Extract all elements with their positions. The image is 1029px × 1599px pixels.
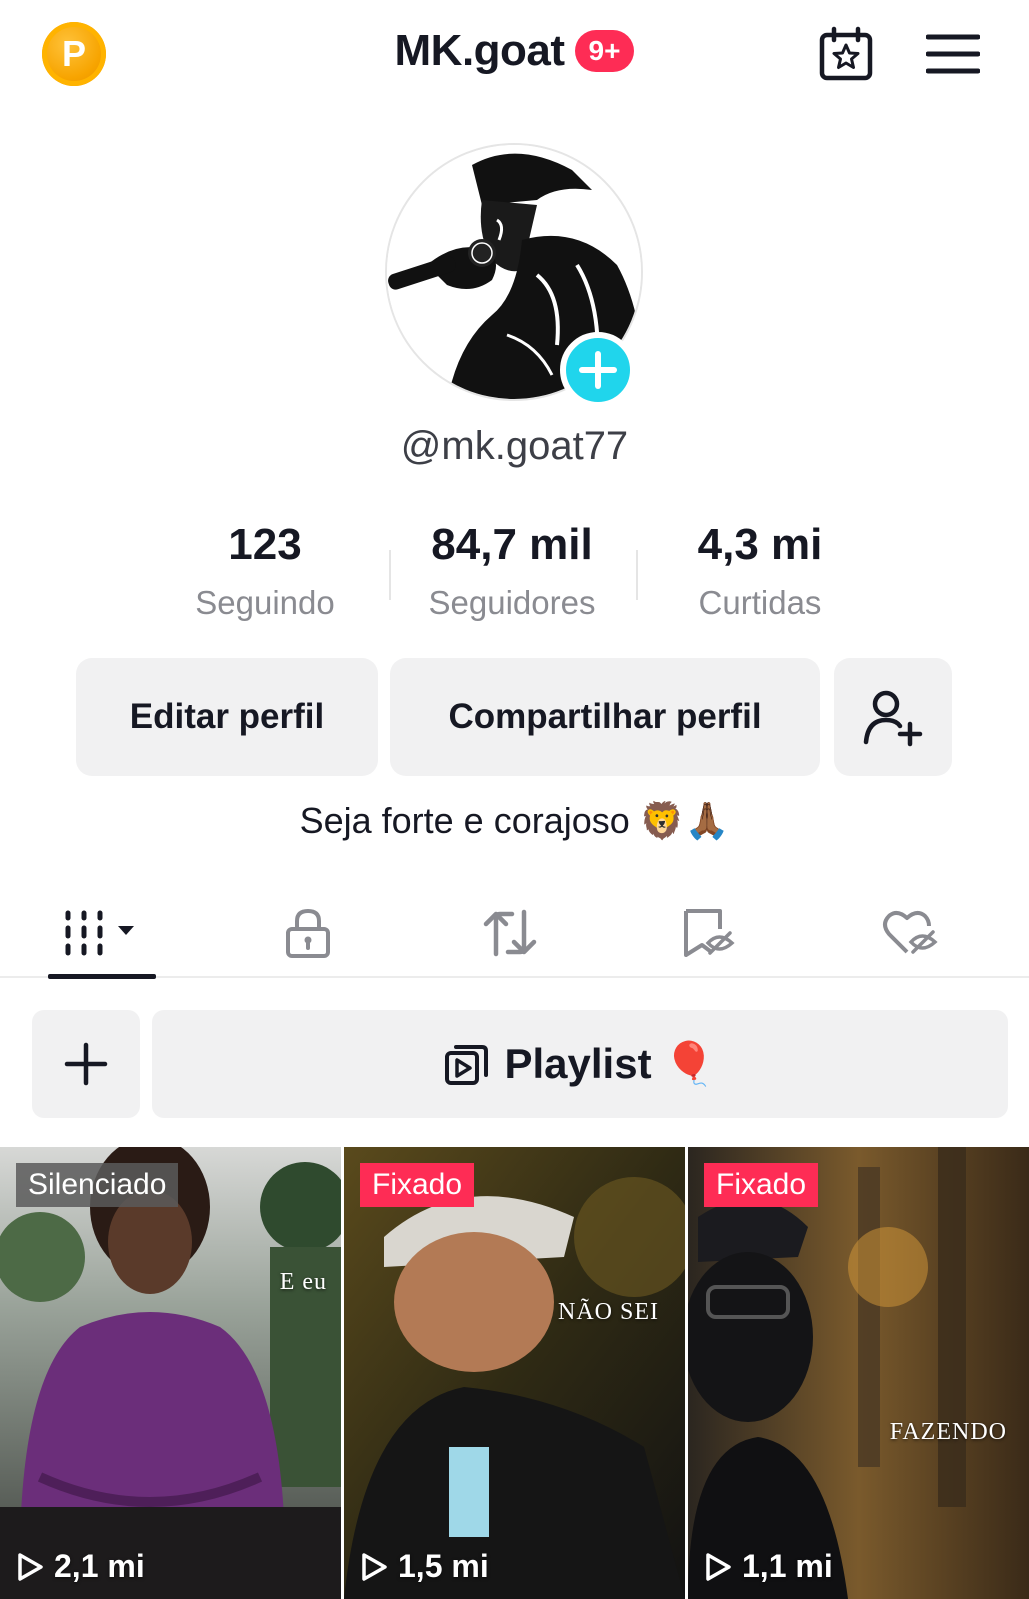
stats-divider [636,550,638,600]
playlist-button[interactable]: Playlist 🎈 [152,1010,1008,1118]
plus-icon [579,351,617,389]
grid-icon [65,910,134,956]
edit-profile-button[interactable]: Editar perfil [76,658,378,776]
view-count: 2,1 mi [16,1548,145,1585]
stat-followers-label: Seguidores [428,584,596,621]
calendar-star-icon[interactable] [818,26,874,82]
play-icon [706,1552,731,1581]
header-title-area[interactable]: MK.goat 9+ [0,26,1029,76]
tab-videos[interactable] [40,888,160,978]
muted-badge: Silenciado [16,1163,179,1207]
stat-following-value: 123 [228,520,302,569]
tab-reposts[interactable] [450,888,570,978]
pinned-badge: Fixado [704,1163,819,1207]
profile-tabs [0,888,1029,979]
stat-following[interactable]: 123 Seguindo [170,520,360,622]
menu-icon[interactable] [926,32,980,76]
video-thumbnail[interactable]: Silenciado E eu 2,1 mi [0,1147,341,1599]
video-caption: E eu [279,1269,327,1295]
tab-liked[interactable] [850,888,970,978]
video-thumbnail[interactable]: Fixado NÃO SEI 1,5 mi [344,1147,685,1599]
view-count-value: 1,1 mi [742,1548,833,1584]
video-thumbnail-image [0,1147,341,1599]
tab-favorites[interactable] [648,888,768,978]
view-count: 1,5 mi [360,1548,489,1585]
username: @mk.goat77 [400,424,629,468]
repost-icon [483,909,537,957]
profile-stats: 123 Seguindo 84,7 mil Seguidores 4,3 mi … [0,520,1029,630]
notification-badge: 9+ [574,30,635,72]
add-friend-button[interactable] [834,658,952,776]
view-count: 1,1 mi [704,1548,833,1585]
lock-icon [286,908,330,958]
add-user-icon [863,690,923,747]
active-tab-indicator [48,974,156,979]
video-thumbnail-image [344,1147,685,1599]
chevron-down-icon [118,926,134,935]
stat-likes[interactable]: 4,3 mi Curtidas [660,520,860,622]
play-icon [18,1552,43,1581]
stat-followers[interactable]: 84,7 mil Seguidores [400,520,624,622]
profile-bio: Seja forte e corajoso 🦁🙏🏾 [299,800,730,841]
share-profile-label: Compartilhar perfil [448,697,762,736]
play-icon [362,1552,387,1581]
stats-divider [389,550,391,600]
add-avatar-button[interactable] [560,332,636,408]
stat-likes-label: Curtidas [698,584,822,621]
video-thumbnail-image [688,1147,1029,1599]
playlist-icon [445,1045,489,1085]
pinned-badge: Fixado [360,1163,475,1207]
tab-private[interactable] [248,888,368,978]
plus-icon [64,1042,108,1086]
stat-likes-value: 4,3 mi [697,520,823,569]
stat-following-label: Seguindo [195,584,335,621]
bookmark-hidden-icon [684,909,735,957]
video-thumbnail[interactable]: Fixado FAZENDO 1,1 mi [688,1147,1029,1599]
view-count-value: 1,5 mi [398,1548,489,1584]
video-caption: NÃO SEI [558,1299,659,1325]
video-caption: FAZENDO [889,1419,1007,1445]
liked-hidden-icon [883,911,938,954]
stat-followers-value: 84,7 mil [431,520,593,569]
add-playlist-button[interactable] [32,1010,140,1118]
share-profile-button[interactable]: Compartilhar perfil [390,658,820,776]
page-title: MK.goat [394,26,566,75]
playlist-label: Playlist 🎈 [504,1039,716,1087]
edit-profile-label: Editar perfil [129,697,325,736]
video-grid: Silenciado E eu 2,1 mi Fixado NÃO SEI 1,… [0,1147,1029,1599]
view-count-value: 2,1 mi [54,1548,145,1584]
